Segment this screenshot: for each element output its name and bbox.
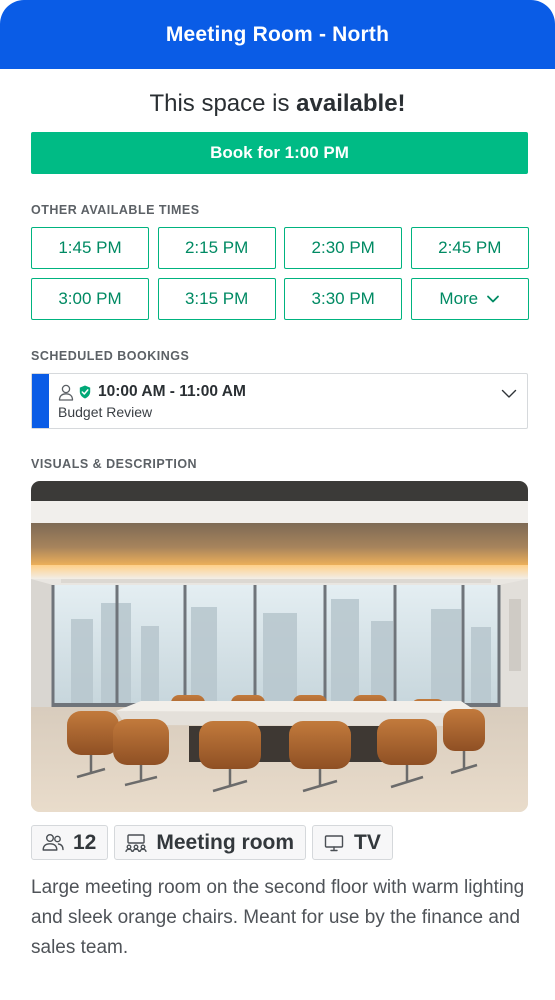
status-highlight: available! xyxy=(296,90,406,117)
capacity-value: 12 xyxy=(73,830,97,854)
room-photo-illustration xyxy=(31,481,528,812)
visuals-label: VISUALS & DESCRIPTION xyxy=(31,457,198,471)
booking-item[interactable]: 10:00 AM - 11:00 AM Budget Review xyxy=(31,373,528,429)
equipment-chip: TV xyxy=(312,825,393,860)
more-times-label: More xyxy=(439,289,479,308)
room-title: Meeting Room - North xyxy=(165,22,390,46)
booking-title: Budget Review xyxy=(58,404,153,420)
meeting-room-icon xyxy=(125,833,148,852)
more-times-button[interactable]: More xyxy=(410,278,529,320)
chevron-down-icon[interactable] xyxy=(501,386,517,402)
people-icon xyxy=(42,833,64,851)
time-slot-button[interactable]: 1:45 PM xyxy=(31,227,149,269)
time-slot-grid: 1:45 PM 2:15 PM 2:30 PM 2:45 PM 3:00 PM … xyxy=(31,227,529,320)
booking-time: 10:00 AM - 11:00 AM xyxy=(98,383,246,400)
time-slot-button[interactable]: 3:15 PM xyxy=(157,278,276,320)
verified-shield-icon xyxy=(79,385,91,399)
room-type-chip: Meeting room xyxy=(114,825,307,860)
time-slot-button[interactable]: 3:00 PM xyxy=(31,278,149,320)
chevron-down-icon xyxy=(487,295,500,303)
scheduled-bookings-label: SCHEDULED BOOKINGS xyxy=(31,349,190,363)
time-slot-button[interactable]: 2:45 PM xyxy=(410,227,529,269)
capacity-chip: 12 xyxy=(31,825,109,860)
room-photo xyxy=(31,481,528,812)
room-features: 12 Meeting room TV xyxy=(31,825,393,860)
status-prefix: This space is xyxy=(149,90,297,117)
tv-icon xyxy=(324,834,344,851)
equipment-value: TV xyxy=(354,830,381,854)
book-button[interactable]: Book for 1:00 PM xyxy=(31,132,528,174)
time-slot-button[interactable]: 2:15 PM xyxy=(157,227,276,269)
time-slot-button[interactable]: 3:30 PM xyxy=(284,278,403,320)
availability-status: This space is available! xyxy=(0,90,555,118)
room-description: Large meeting room on the second floor w… xyxy=(31,877,525,958)
other-times-label: OTHER AVAILABLE TIMES xyxy=(31,203,200,217)
header-bar: Meeting Room - North xyxy=(0,0,555,69)
room-type-value: Meeting room xyxy=(156,830,295,854)
person-icon xyxy=(58,384,74,401)
time-slot-button[interactable]: 2:30 PM xyxy=(284,227,403,269)
booking-color-bar xyxy=(32,374,49,428)
